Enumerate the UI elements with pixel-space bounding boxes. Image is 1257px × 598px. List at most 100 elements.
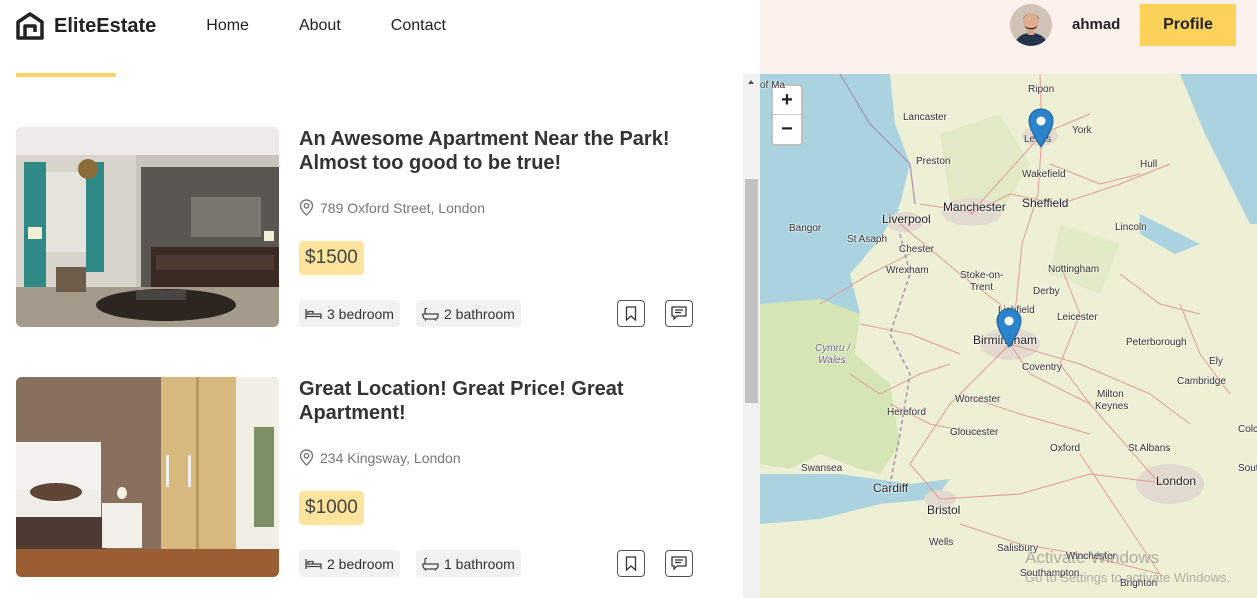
listing-price: $1500 xyxy=(299,241,364,275)
map-label: Bristol xyxy=(927,503,961,517)
nav-contact-link[interactable]: Contact xyxy=(391,17,446,35)
windows-activation-watermark: Activate Windows xyxy=(1025,548,1160,567)
map-label: Lancaster xyxy=(903,112,947,123)
map-marker[interactable] xyxy=(996,308,1022,348)
map-label: Preston xyxy=(916,156,951,167)
map-label: Southen xyxy=(1238,463,1257,474)
map-label: Chester xyxy=(899,244,935,255)
map-label: Nottingham xyxy=(1048,264,1100,275)
listing-address: 234 Kingsway, London xyxy=(299,449,461,466)
map-label: Peterborough xyxy=(1126,337,1187,348)
zoom-out-button[interactable]: − xyxy=(773,115,801,144)
nav-home-link[interactable]: Home xyxy=(206,17,249,35)
bookmark-button[interactable] xyxy=(617,550,645,577)
map-label: Bangor xyxy=(789,223,822,234)
listing-card[interactable]: An Awesome Apartment Near the Park! Almo… xyxy=(16,127,716,327)
map-label: Ely xyxy=(1209,356,1223,367)
map-label: Liverpool xyxy=(882,212,931,226)
navbar: EliteEstate Home About Contact xyxy=(0,0,760,52)
map-label: Worcester xyxy=(955,394,1001,405)
brand-name: EliteEstate xyxy=(54,14,157,37)
map-marker-icon xyxy=(996,308,1022,348)
bedroom-count: 3 bedroom xyxy=(299,300,400,327)
map-label: of Ma xyxy=(760,80,786,91)
map-label: Hereford xyxy=(887,407,926,418)
bed-icon xyxy=(305,309,322,319)
house-logo-icon xyxy=(16,12,44,40)
map-marker-icon xyxy=(1028,108,1054,148)
map-label: Trent xyxy=(970,282,993,293)
bathtub-icon xyxy=(422,557,439,571)
listing-address: 789 Oxford Street, London xyxy=(299,199,485,216)
map-label: Manchester xyxy=(943,200,1006,214)
chat-bubble-icon xyxy=(671,306,687,321)
bathroom-label: 2 bathroom xyxy=(444,305,515,322)
bookmark-icon xyxy=(625,306,637,321)
avatar[interactable] xyxy=(1010,4,1052,46)
living-room-image xyxy=(16,127,279,327)
map-view[interactable]: + − of Ma Ripon Lancaster York Leeds Pre… xyxy=(760,74,1257,598)
bedroom-image xyxy=(16,377,279,577)
brand-link[interactable]: EliteEstate xyxy=(16,12,156,40)
map-label: Wrexham xyxy=(886,265,929,276)
listing-title[interactable]: An Awesome Apartment Near the Park! Almo… xyxy=(299,127,679,175)
map-label: Swansea xyxy=(801,463,843,474)
zoom-control: + − xyxy=(771,84,803,146)
map-label: Gloucester xyxy=(950,427,999,438)
bed-icon xyxy=(305,559,322,569)
nav-links: Home About Contact xyxy=(192,17,496,35)
user-header: ahmad Profile xyxy=(760,0,1257,74)
map-label: Milton xyxy=(1097,389,1124,400)
listing-address-text: 789 Oxford Street, London xyxy=(320,199,485,216)
map-label: Leicester xyxy=(1057,312,1098,323)
bathtub-icon xyxy=(422,307,439,321)
map-pin-icon xyxy=(299,449,314,466)
map-label: Keynes xyxy=(1095,401,1129,412)
nav-about-link[interactable]: About xyxy=(299,17,341,35)
windows-activation-subtext: Go to Settings to activate Windows. xyxy=(1025,570,1231,585)
map-label: York xyxy=(1072,125,1092,136)
map-marker[interactable] xyxy=(1028,108,1054,148)
map-label: Wakefield xyxy=(1022,169,1066,180)
bedroom-label: 2 bedroom xyxy=(327,555,394,572)
map-label: Cardiff xyxy=(873,481,909,495)
scroll-up-arrow-icon[interactable] xyxy=(748,80,754,84)
listings-panel: An Awesome Apartment Near the Park! Almo… xyxy=(0,74,742,598)
chat-bubble-icon xyxy=(671,556,687,571)
scrollbar-thumb[interactable] xyxy=(745,179,758,403)
message-button[interactable] xyxy=(665,300,693,327)
map-label: Colches xyxy=(1238,424,1257,435)
user-avatar-icon xyxy=(1010,4,1052,46)
map-label: Derby xyxy=(1033,286,1060,297)
map-label: Coventry xyxy=(1022,362,1063,373)
map-pin-icon xyxy=(299,199,314,216)
map-label: Cambridge xyxy=(1177,376,1226,387)
message-button[interactable] xyxy=(665,550,693,577)
listing-address-text: 234 Kingsway, London xyxy=(320,449,461,466)
bookmark-button[interactable] xyxy=(617,300,645,327)
listing-card[interactable]: Great Location! Great Price! Great Apart… xyxy=(16,377,716,577)
map-label: Hull xyxy=(1140,159,1158,170)
listing-photo[interactable] xyxy=(16,377,279,577)
map-label: Ripon xyxy=(1028,84,1055,95)
map-label: Wells xyxy=(929,537,954,548)
username: ahmad xyxy=(1072,16,1121,33)
bedroom-label: 3 bedroom xyxy=(327,305,394,322)
bathroom-label: 1 bathroom xyxy=(444,555,515,572)
listing-title[interactable]: Great Location! Great Price! Great Apart… xyxy=(299,377,679,425)
bedroom-count: 2 bedroom xyxy=(299,550,400,577)
map-label: Oxford xyxy=(1050,443,1081,454)
map-label: Wales xyxy=(818,355,846,366)
listings-scrollbar[interactable] xyxy=(743,74,760,598)
bathroom-count: 1 bathroom xyxy=(416,550,521,577)
listing-photo[interactable] xyxy=(16,127,279,327)
profile-button[interactable]: Profile xyxy=(1140,4,1236,46)
map-label: Stoke-on- xyxy=(960,270,1004,281)
map-label: Lincoln xyxy=(1115,222,1147,233)
map-label: London xyxy=(1156,474,1197,488)
map-label: Sheffield xyxy=(1022,196,1069,210)
listing-price: $1000 xyxy=(299,491,364,525)
bookmark-icon xyxy=(625,556,637,571)
map-label: Cymru / xyxy=(815,343,850,354)
bathroom-count: 2 bathroom xyxy=(416,300,521,327)
